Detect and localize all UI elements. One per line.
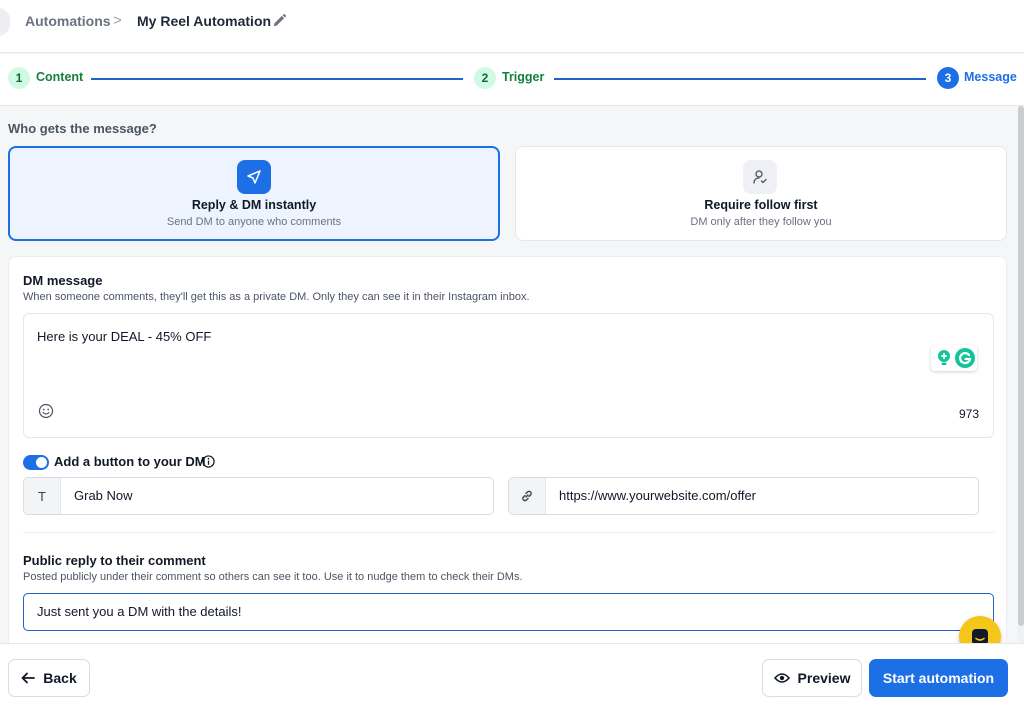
add-button-toggle[interactable] xyxy=(23,455,49,470)
button-text-input[interactable]: T Grab Now xyxy=(23,477,494,515)
grammarly-icon xyxy=(955,348,975,368)
step-3-label[interactable]: Message xyxy=(964,70,1017,84)
public-reply-help: Posted publicly under their comment so o… xyxy=(23,571,523,583)
top-header: Automations > My Reel Automation xyxy=(0,0,1024,53)
back-label: Back xyxy=(43,670,77,686)
divider xyxy=(23,532,994,533)
button-url-value[interactable]: https://www.yourwebsite.com/offer xyxy=(559,488,756,503)
option-title: Require follow first xyxy=(704,198,818,212)
public-reply-input[interactable]: Just sent you a DM with the details! xyxy=(23,593,994,631)
preview-label: Preview xyxy=(797,670,851,686)
grammarly-widget[interactable] xyxy=(931,345,977,371)
bulb-icon xyxy=(938,350,950,365)
button-url-input[interactable]: https://www.yourwebsite.com/offer xyxy=(508,477,979,515)
step-connector-1 xyxy=(91,78,463,80)
public-reply-heading: Public reply to their comment xyxy=(23,553,206,568)
preview-button[interactable]: Preview xyxy=(762,659,862,697)
arrow-left-icon xyxy=(21,672,36,684)
step-1-circle[interactable]: 1 xyxy=(8,67,30,89)
progress-stepper: 1 Content 2 Trigger 3 Message xyxy=(0,54,1024,106)
option-reply-dm-instantly[interactable]: Reply & DM instantly Send DM to anyone w… xyxy=(8,146,500,241)
link-icon xyxy=(509,478,546,514)
dm-message-textarea[interactable]: Here is your DEAL - 45% OFF 973 xyxy=(23,313,994,438)
eye-icon xyxy=(773,673,790,683)
step-1-label[interactable]: Content xyxy=(36,70,83,84)
public-reply-value[interactable]: Just sent you a DM with the details! xyxy=(37,604,241,619)
step-2-label[interactable]: Trigger xyxy=(502,70,544,84)
back-button[interactable]: Back xyxy=(8,659,90,697)
start-automation-button[interactable]: Start automation xyxy=(869,659,1008,697)
option-title: Reply & DM instantly xyxy=(191,198,317,212)
dm-message-text[interactable]: Here is your DEAL - 45% OFF xyxy=(37,329,211,344)
step-3-circle[interactable]: 3 xyxy=(937,67,959,89)
page-title: My Reel Automation xyxy=(137,13,272,29)
char-count: 973 xyxy=(958,407,979,421)
step-connector-2 xyxy=(554,78,926,80)
dm-message-heading: DM message xyxy=(23,273,103,288)
dm-message-help: When someone comments, they'll get this … xyxy=(23,291,530,303)
info-icon[interactable] xyxy=(202,455,215,468)
user-follow-icon xyxy=(743,160,777,194)
message-settings-panel: DM message When someone comments, they'l… xyxy=(8,256,1007,648)
emoji-icon[interactable] xyxy=(38,403,54,419)
send-icon xyxy=(237,160,271,194)
option-subtitle: Send DM to anyone who comments xyxy=(166,216,342,228)
option-require-follow-first[interactable]: Require follow first DM only after they … xyxy=(515,146,1007,241)
sidebar-edge[interactable] xyxy=(0,8,10,36)
option-subtitle: DM only after they follow you xyxy=(690,216,832,228)
add-button-label: Add a button to your DM xyxy=(54,454,206,469)
button-text-value[interactable]: Grab Now xyxy=(74,488,133,503)
audience-question: Who gets the message? xyxy=(8,121,157,136)
step-2-circle[interactable]: 2 xyxy=(474,67,496,89)
scrollbar-thumb[interactable] xyxy=(1018,106,1024,626)
breadcrumb-separator: > xyxy=(113,12,122,29)
footer-bar: Back Preview Start automation xyxy=(0,643,1024,705)
text-type-icon: T xyxy=(24,478,61,514)
breadcrumb-automations[interactable]: Automations xyxy=(25,13,111,29)
pencil-icon[interactable] xyxy=(272,13,287,28)
